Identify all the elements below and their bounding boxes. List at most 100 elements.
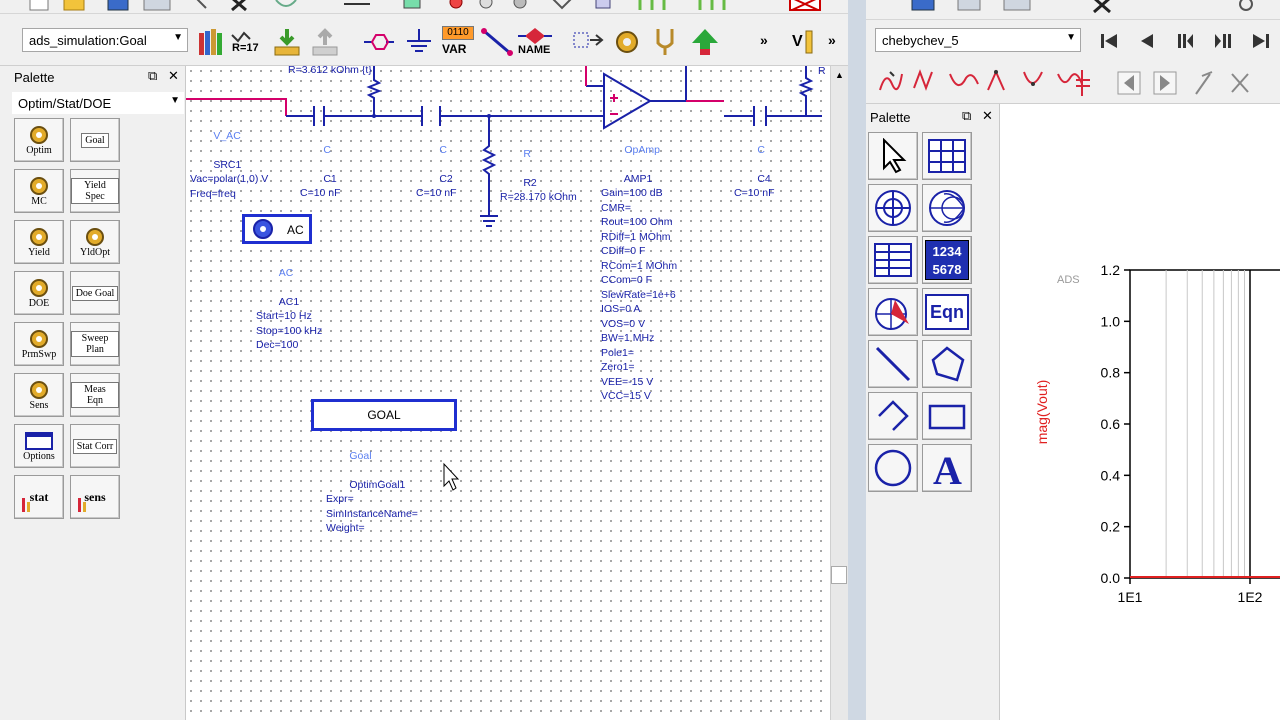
svg-text:A: A xyxy=(933,448,962,488)
close-icon[interactable]: ✕ xyxy=(168,68,179,84)
desktop: ads_simulation:Goal ▼ R=17 0110 VAR NAME… xyxy=(0,0,1280,720)
port-icon[interactable] xyxy=(362,24,396,60)
palette-item-sens[interactable]: sens xyxy=(70,475,120,519)
line-draw-icon[interactable] xyxy=(868,340,918,388)
src-label[interactable]: V_AC SRC1 Vac=polar(1,0) V Freq=freq xyxy=(190,114,268,216)
select-pointer-icon[interactable] xyxy=(868,132,918,180)
palette-item-meas-eqn[interactable]: Meas Eqn xyxy=(70,373,120,417)
chevron-down-icon: ▼ xyxy=(1066,32,1076,43)
palette-item-options[interactable]: Options xyxy=(14,424,64,468)
library-icon[interactable] xyxy=(196,24,226,60)
palette-item-label: YldOpt xyxy=(80,246,110,258)
rectangular-plot-icon[interactable] xyxy=(922,132,972,180)
float-icon[interactable]: ⧉ xyxy=(962,108,971,124)
simulate-gear-icon[interactable] xyxy=(610,24,644,60)
gear-icon xyxy=(30,380,48,399)
r2-label[interactable]: R R2 R=28.170 kOhm xyxy=(500,132,577,219)
ground-icon[interactable] xyxy=(402,24,436,60)
palette-item-label: Stat Corr xyxy=(72,438,118,454)
palette-item-yldopt[interactable]: YldOpt xyxy=(70,220,120,264)
palette-item-sens[interactable]: Sens xyxy=(14,373,64,417)
scroll-up-icon[interactable]: ▲ xyxy=(835,70,844,80)
palette-item-label: Doe Goal xyxy=(71,285,119,301)
smith-chart-icon[interactable] xyxy=(922,184,972,232)
y-tick-label: 0.6 xyxy=(1101,416,1121,432)
numbers-bottom: 5678 xyxy=(932,262,962,277)
previous-icon[interactable] xyxy=(1132,26,1162,56)
c2-label[interactable]: C C2 C=10 nF xyxy=(416,128,457,215)
design-select[interactable]: ads_simulation:Goal ▼ xyxy=(22,28,188,52)
palette-item-sweep-plan[interactable]: Sweep Plan xyxy=(70,322,120,366)
palette-item-label: MC xyxy=(31,195,47,207)
ac-simulation-component[interactable]: AC xyxy=(242,214,312,244)
goal-label[interactable]: Goal OptimGoal1 Expr= SimInstanceName= W… xyxy=(326,434,418,550)
numbers-table-button[interactable]: 1234 5678 xyxy=(922,236,972,284)
ac-label[interactable]: AC AC1 Start=10 Hz Stop=100 kHz Dec=100 xyxy=(256,251,322,367)
step-back-icon[interactable] xyxy=(1170,26,1200,56)
palette-item-optim[interactable]: Optim xyxy=(14,118,64,162)
palette-item-mc[interactable]: MC xyxy=(14,169,64,213)
list-table-icon[interactable] xyxy=(868,236,918,284)
palette-item-label: Optim xyxy=(26,144,52,156)
data-display-window: chebychev_5 ▼ Palette ⧉ ✕ 1234 5678 Eqn … xyxy=(866,0,1280,720)
src-type: V_AC xyxy=(213,129,241,142)
close-icon[interactable]: ✕ xyxy=(982,108,993,124)
plot-area[interactable]: ADS mag(Vout) 1.2 1.0 0.8 0.6 0.4 0.2 0.0 1E1 1E… xyxy=(1000,104,1280,720)
c4-label[interactable]: C C4 C=10 nF xyxy=(734,128,775,215)
polyline-draw-icon[interactable] xyxy=(868,392,918,440)
polar-plot-icon[interactable] xyxy=(868,184,918,232)
palette-item-stat[interactable]: stat xyxy=(14,475,64,519)
dataset-select[interactable]: chebychev_5 ▼ xyxy=(875,28,1081,52)
palette-item-prmswp[interactable]: PrmSwp xyxy=(14,322,64,366)
right-toolbar: chebychev_5 ▼ xyxy=(866,22,1280,60)
text-draw-icon[interactable]: A xyxy=(922,444,972,492)
pop-up-icon[interactable] xyxy=(308,24,342,60)
tuning-fork-icon[interactable] xyxy=(648,24,682,60)
tune-icon[interactable]: R=17 xyxy=(230,24,264,60)
numbers-icon: 1234 5678 xyxy=(925,240,969,280)
circle-draw-icon[interactable] xyxy=(868,444,918,492)
rectangle-draw-icon[interactable] xyxy=(922,392,972,440)
schematic-canvas[interactable]: R=3.612 kOhm {t} V_AC SRC1 Vac=polar(1,0… xyxy=(186,66,830,720)
palette-item-yield-spec[interactable]: Yield Spec xyxy=(70,169,120,213)
palette-item-stat-corr[interactable]: Stat Corr xyxy=(70,424,120,468)
goal-component[interactable]: GOAL xyxy=(311,399,457,431)
c2-type: C xyxy=(439,143,447,156)
antenna-plot-icon[interactable] xyxy=(868,288,918,336)
toolbar-overflow-2-icon[interactable]: » xyxy=(828,32,836,48)
equation-button[interactable]: Eqn xyxy=(922,288,972,336)
c1-type: C xyxy=(323,143,331,156)
first-icon[interactable] xyxy=(1094,26,1124,56)
c1-label[interactable]: C C1 C=10 nF xyxy=(300,128,341,215)
push-up-arrow-icon[interactable] xyxy=(688,24,722,60)
last-icon[interactable] xyxy=(1246,26,1276,56)
scroll-thumb[interactable] xyxy=(831,566,847,584)
y-tick-label: 0.2 xyxy=(1101,519,1121,535)
gear-icon xyxy=(253,219,273,239)
var-icon[interactable]: 0110 VAR xyxy=(440,24,476,60)
float-icon[interactable]: ⧉ xyxy=(148,68,157,84)
name-icon[interactable]: NAME xyxy=(516,24,554,60)
vertical-scrollbar[interactable]: ▲ xyxy=(830,66,848,720)
chevron-down-icon: ▼ xyxy=(173,32,183,43)
push-down-icon[interactable] xyxy=(270,24,304,60)
chevron-down-icon: ▼ xyxy=(170,95,180,106)
palette-item-goal[interactable]: Goal xyxy=(70,118,120,162)
palette-item-yield[interactable]: Yield xyxy=(14,220,64,264)
palette-item-label: PrmSwp xyxy=(21,348,57,360)
polygon-draw-icon[interactable] xyxy=(922,340,972,388)
step-forward-icon[interactable] xyxy=(1208,26,1238,56)
wire-icon[interactable] xyxy=(480,24,514,60)
vi-probe-icon[interactable]: V xyxy=(790,24,826,60)
palette-category-select[interactable]: Optim/Stat/DOE ▼ xyxy=(12,92,184,114)
palette-item-doe-goal[interactable]: Doe Goal xyxy=(70,271,120,315)
dataset-select-value: chebychev_5 xyxy=(882,33,959,48)
toolbar-overflow-icon[interactable]: » xyxy=(760,32,768,48)
numbers-top: 1234 xyxy=(932,244,962,259)
opamp-label[interactable]: OpAmp AMP1 Gain=100 dB CMR= Rout=100 Ohm… xyxy=(601,128,677,418)
top-toolbar-strip xyxy=(0,0,848,14)
connect-icon[interactable] xyxy=(572,24,606,60)
opamp-params: AMP1 Gain=100 dB CMR= Rout=100 Ohm RDiff… xyxy=(601,172,678,403)
palette-item-doe[interactable]: DOE xyxy=(14,271,64,315)
ac-box-label: AC xyxy=(287,223,304,237)
